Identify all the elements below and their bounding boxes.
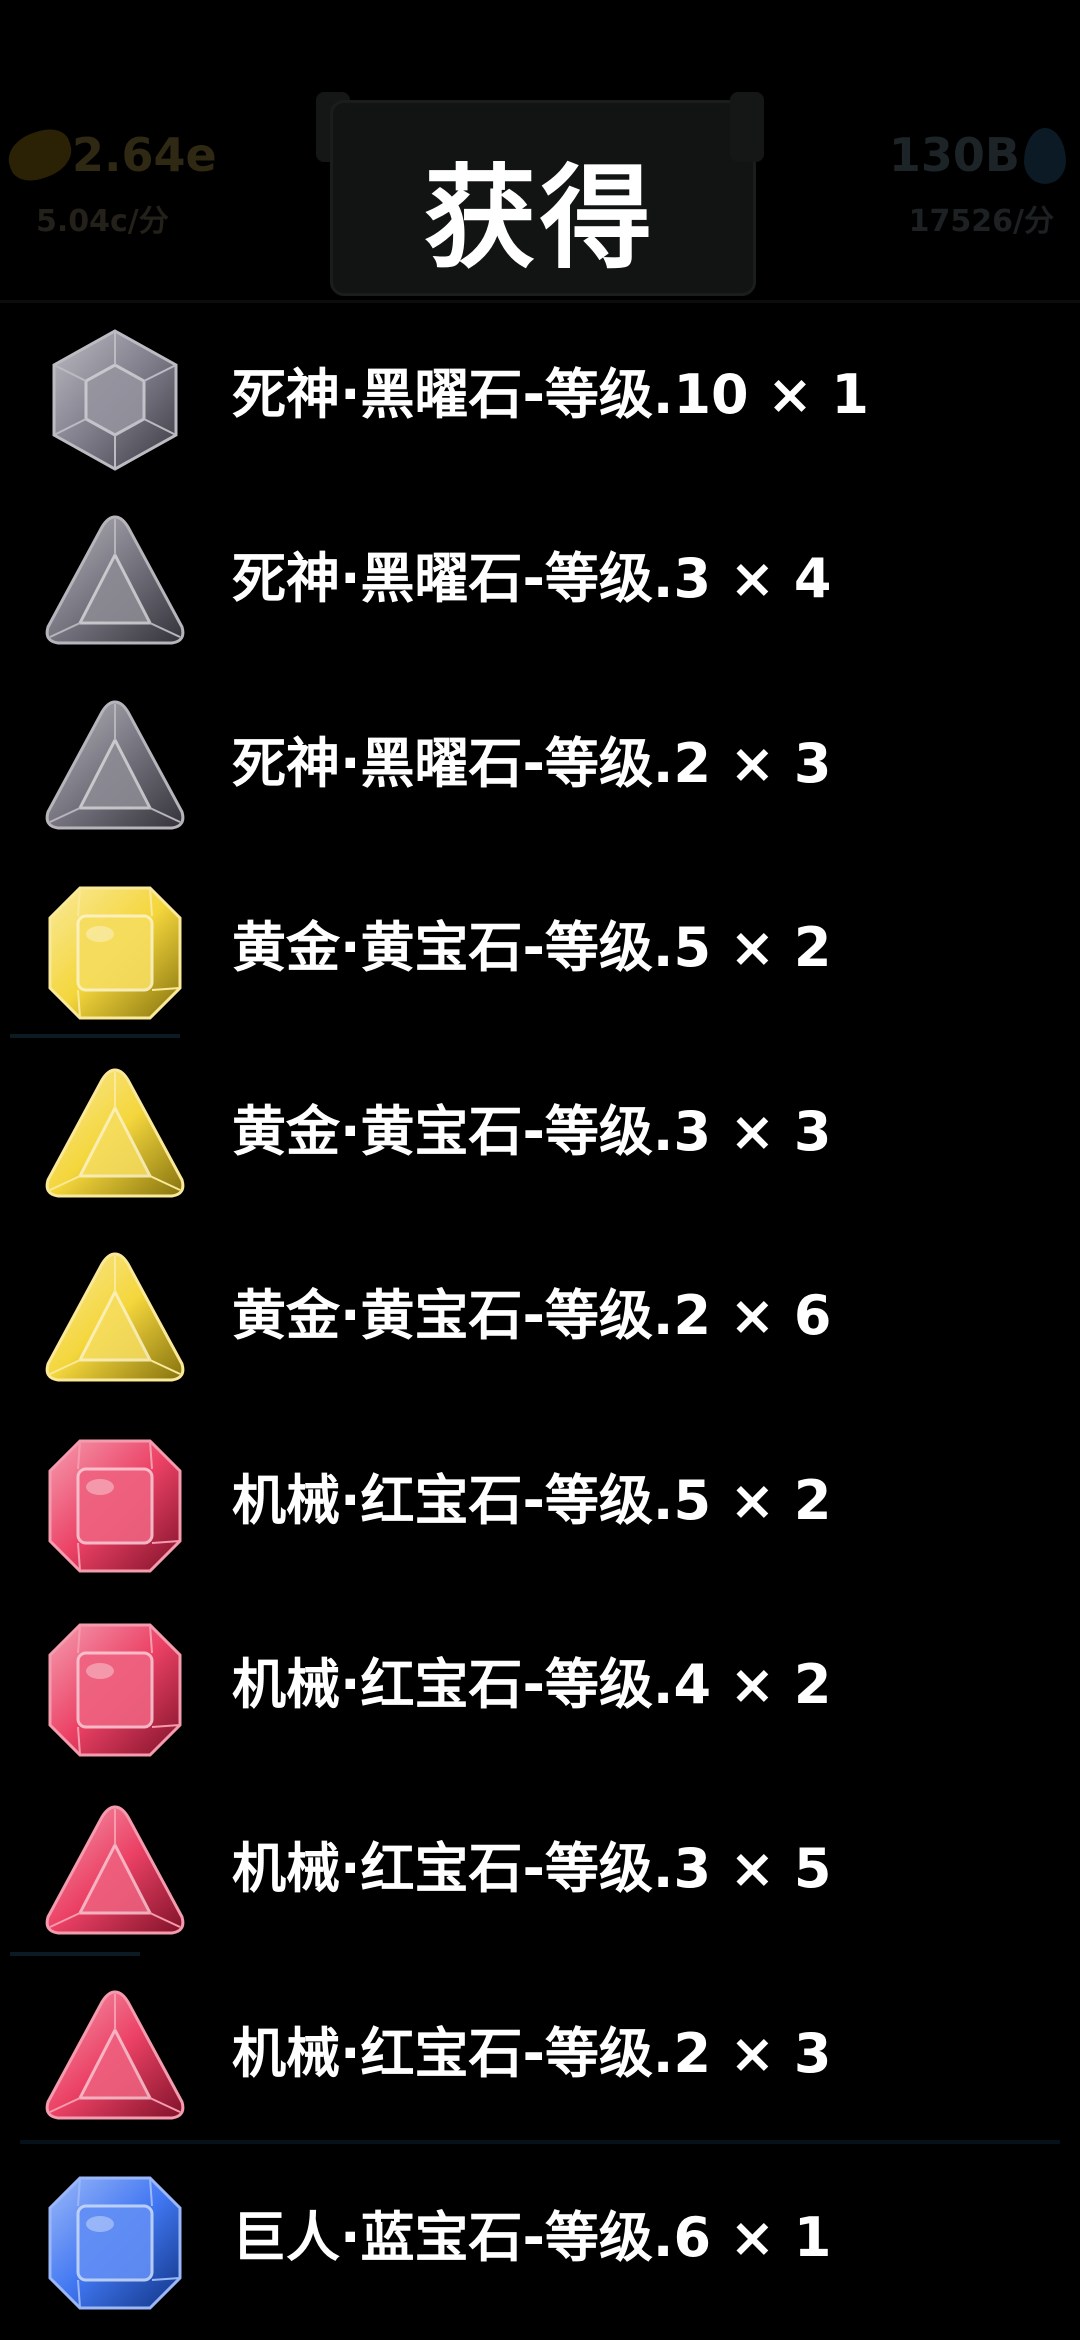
reward-row: 机械·红宝石-等级.2 × 3 — [0, 1962, 1080, 2146]
reward-label: 机械·红宝石-等级.2 × 3 — [232, 2021, 832, 2085]
obsidian-triangle-gem-icon — [40, 509, 190, 659]
reward-label: 巨人·蓝宝石-等级.6 × 1 — [232, 2205, 832, 2269]
reward-label: 机械·红宝石-等级.3 × 5 — [232, 1837, 832, 1901]
sapphire-square-gem-icon — [40, 2168, 190, 2318]
obsidian-hexagon-gem-icon — [40, 325, 190, 475]
reward-label: 死神·黑曜石-等级.2 × 3 — [232, 731, 832, 795]
ruby-triangle-gem-icon — [40, 1799, 190, 1949]
ruby-square-gem-icon — [40, 1615, 190, 1765]
reward-row: 死神·黑曜石-等级.2 × 3 — [0, 672, 1080, 856]
background-divider — [10, 1034, 180, 1038]
reward-row: 机械·红宝石-等级.4 × 2 — [0, 1593, 1080, 1777]
reward-label: 黄金·黄宝石-等级.3 × 3 — [232, 1100, 832, 1164]
reward-label: 黄金·黄宝石-等级.5 × 2 — [232, 915, 832, 979]
background-divider — [10, 1952, 140, 1956]
reward-row: 黄金·黄宝石-等级.2 × 6 — [0, 1224, 1080, 1408]
reward-row: 机械·红宝石-等级.5 × 2 — [0, 1409, 1080, 1593]
reward-list: 死神·黑曜石-等级.10 × 1 死神·黑曜石-等级.3 × 4 死神·黑曜石-等级… — [0, 303, 1080, 2330]
reward-label: 机械·红宝石-等级.5 × 2 — [232, 1468, 832, 1532]
reward-label: 死神·黑曜石-等级.10 × 1 — [232, 363, 870, 426]
reward-label: 死神·黑曜石-等级.3 × 4 — [232, 547, 832, 611]
ruby-triangle-gem-icon — [40, 1984, 190, 2134]
topaz-triangle-gem-icon — [40, 1246, 190, 1396]
reward-row: 死神·黑曜石-等级.3 × 4 — [0, 487, 1080, 671]
reward-row: 黄金·黄宝石-等级.3 × 3 — [0, 1040, 1080, 1224]
reward-label: 机械·红宝石-等级.4 × 2 — [232, 1653, 832, 1717]
topaz-square-gem-icon — [40, 878, 190, 1028]
obsidian-triangle-gem-icon — [40, 694, 190, 844]
reward-title: 获得 — [424, 154, 656, 284]
reward-row: 机械·红宝石-等级.3 × 5 — [0, 1777, 1080, 1961]
reward-row: 死神·黑曜石-等级.10 × 1 — [0, 303, 1080, 487]
reward-row: 巨人·蓝宝石-等级.6 × 1 — [0, 2146, 1080, 2330]
background-divider — [20, 2140, 1060, 2144]
reward-row: 黄金·黄宝石-等级.5 × 2 — [0, 856, 1080, 1040]
reward-label: 黄金·黄宝石-等级.2 × 6 — [232, 1284, 832, 1348]
topaz-triangle-gem-icon — [40, 1062, 190, 1212]
ruby-square-gem-icon — [40, 1431, 190, 1581]
